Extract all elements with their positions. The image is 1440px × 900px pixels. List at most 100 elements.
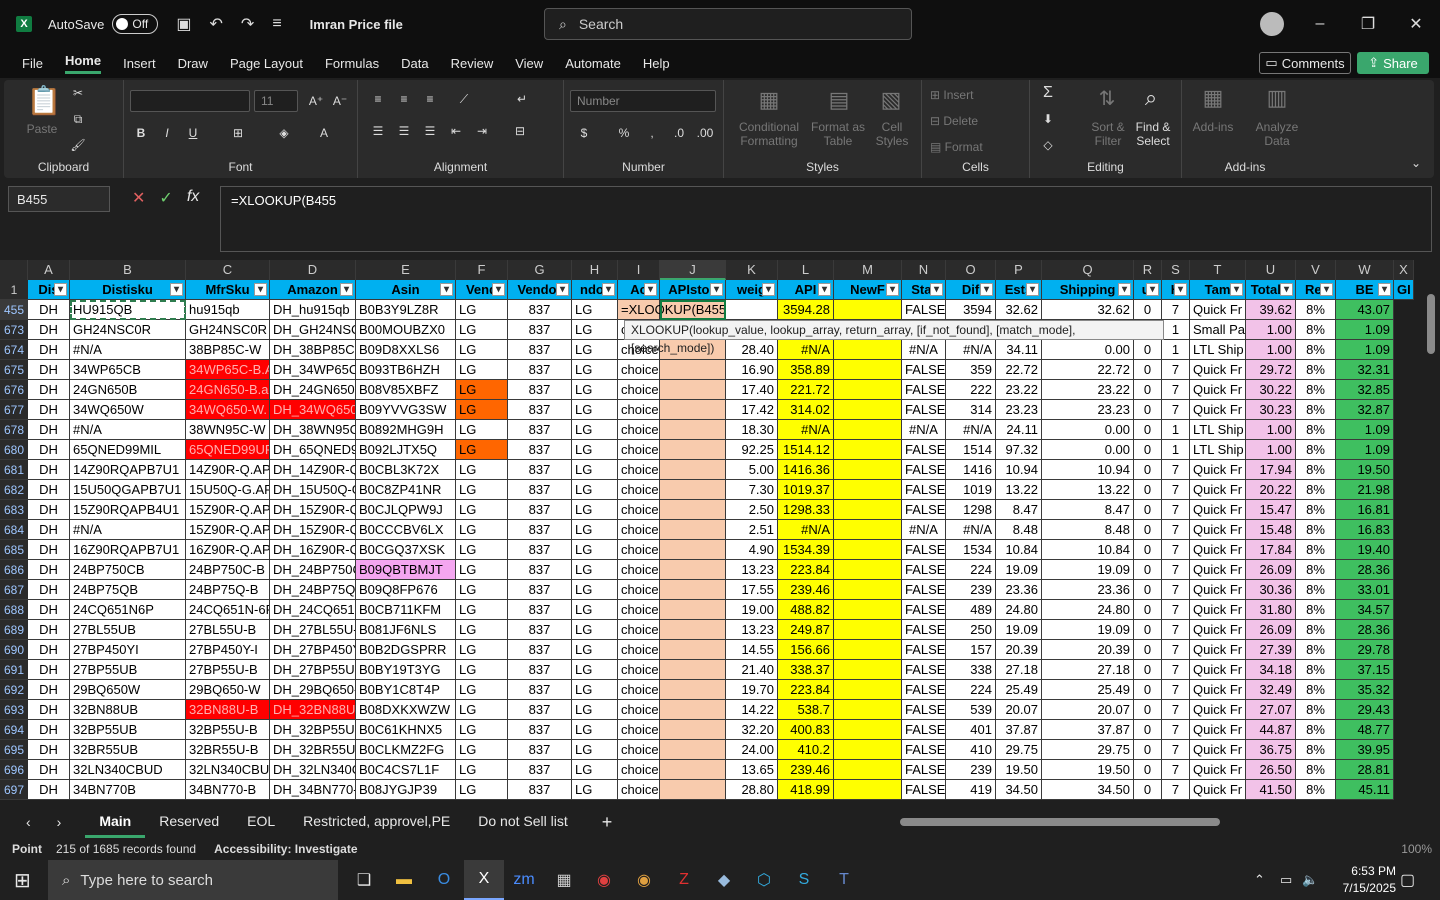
table-cell[interactable] <box>660 480 726 500</box>
table-cell[interactable] <box>834 540 902 560</box>
table-cell[interactable]: 13.22 <box>1042 480 1134 500</box>
table-cell[interactable]: FALSE <box>902 380 946 400</box>
autosave-toggle[interactable]: Off <box>112 14 159 34</box>
table-cell[interactable]: 36.75 <box>1246 740 1296 760</box>
table-cell[interactable]: Quick Fr <box>1190 700 1246 720</box>
table-cell[interactable]: 1.09 <box>1336 340 1394 360</box>
table-cell[interactable]: LG <box>456 720 508 740</box>
table-cell[interactable]: 28.40 <box>726 340 778 360</box>
table-cell[interactable]: 32BP55UB <box>70 720 186 740</box>
column-header[interactable]: I <box>618 260 660 280</box>
addins-icon[interactable]: ▦ <box>1198 86 1228 110</box>
table-header-cell[interactable]: H▾ <box>1162 280 1190 300</box>
table-cell[interactable]: 239 <box>946 580 996 600</box>
table-cell[interactable]: 37.87 <box>996 720 1042 740</box>
table-cell[interactable] <box>834 740 902 760</box>
table-cell[interactable]: 338 <box>946 660 996 680</box>
table-cell[interactable]: DH <box>28 780 70 800</box>
table-cell[interactable]: LG <box>572 380 618 400</box>
table-cell[interactable] <box>834 780 902 800</box>
sort-filter-icon[interactable]: ⇅ <box>1092 88 1122 110</box>
table-cell[interactable]: B0CBL3K72X <box>356 460 456 480</box>
table-cell[interactable]: #N/A <box>778 520 834 540</box>
table-cell[interactable]: 837 <box>508 740 572 760</box>
teams-icon[interactable]: T <box>824 860 864 900</box>
clock[interactable]: 6:53 PM 7/15/2025 <box>1343 863 1396 897</box>
table-cell[interactable]: 8% <box>1296 560 1336 580</box>
currency-icon[interactable]: $ <box>574 126 594 140</box>
table-cell[interactable]: 7 <box>1162 760 1190 780</box>
table-cell[interactable]: 32.87 <box>1336 400 1394 420</box>
table-cell[interactable]: 38WN95C-W <box>186 420 270 440</box>
ribbon-tab-draw[interactable]: Draw <box>178 56 208 71</box>
table-cell[interactable] <box>660 640 726 660</box>
table-cell[interactable]: 1.00 <box>1246 340 1296 360</box>
ribbon-tab-review[interactable]: Review <box>451 56 494 71</box>
table-cell[interactable]: 837 <box>508 460 572 480</box>
sheet-tab[interactable]: Do not Sell list <box>464 807 581 838</box>
table-cell[interactable]: 3594 <box>946 300 996 320</box>
table-cell[interactable]: 13.65 <box>726 760 778 780</box>
table-cell[interactable] <box>834 460 902 480</box>
table-cell[interactable]: 489 <box>946 600 996 620</box>
comments-button[interactable]: ▭ Comments <box>1259 52 1351 74</box>
table-cell[interactable]: DH_24CQ651N <box>270 600 356 620</box>
table-cell[interactable]: 39.95 <box>1336 740 1394 760</box>
table-cell[interactable] <box>834 480 902 500</box>
table-cell[interactable]: 34BN770-B <box>186 780 270 800</box>
table-cell[interactable]: Quick Fr <box>1190 300 1246 320</box>
table-cell[interactable]: 0.00 <box>1042 420 1134 440</box>
table-cell[interactable]: 837 <box>508 600 572 620</box>
table-cell[interactable]: 1514.12 <box>778 440 834 460</box>
table-cell[interactable]: DH <box>28 340 70 360</box>
table-cell[interactable]: Quick Fr <box>1190 460 1246 480</box>
table-cell[interactable]: 7 <box>1162 780 1190 800</box>
table-cell[interactable]: 8% <box>1296 680 1336 700</box>
prev-sheet-icon[interactable]: ‹ <box>26 814 31 830</box>
table-cell[interactable]: 1 <box>1162 420 1190 440</box>
table-cell[interactable]: 7 <box>1162 380 1190 400</box>
table-cell[interactable]: 2.51 <box>726 520 778 540</box>
analyze-data-icon[interactable]: ▥ <box>1262 86 1292 110</box>
table-cell[interactable]: 10.94 <box>1042 460 1134 480</box>
table-cell[interactable]: Quick Fr <box>1190 640 1246 660</box>
table-cell[interactable]: B0B2DGSPRR <box>356 640 456 660</box>
table-cell[interactable]: DH <box>28 540 70 560</box>
column-header[interactable]: D <box>270 260 356 280</box>
row-header[interactable]: 677 <box>0 400 28 420</box>
collapse-ribbon-icon[interactable]: ⌄ <box>1408 156 1424 170</box>
table-cell[interactable]: GH24NSC0R <box>70 320 186 340</box>
table-cell[interactable]: 17.40 <box>726 380 778 400</box>
table-cell[interactable]: 0 <box>1134 540 1162 560</box>
table-cell[interactable]: 13.23 <box>726 620 778 640</box>
table-cell[interactable] <box>834 520 902 540</box>
row-header[interactable]: 688 <box>0 600 28 620</box>
table-cell[interactable]: choice <box>618 400 660 420</box>
paste-label[interactable]: Paste <box>22 122 62 136</box>
table-cell[interactable]: 65QNED99UP <box>186 440 270 460</box>
table-cell[interactable]: Quick Fr <box>1190 680 1246 700</box>
table-cell[interactable]: B09QBTBMJT <box>356 560 456 580</box>
table-cell[interactable]: DH <box>28 400 70 420</box>
table-cell[interactable]: Quick Fr <box>1190 740 1246 760</box>
table-cell[interactable]: choice <box>618 520 660 540</box>
percent-icon[interactable]: % <box>614 126 634 140</box>
table-cell[interactable]: 28.36 <box>1336 560 1394 580</box>
table-cell[interactable]: 18.30 <box>726 420 778 440</box>
table-cell[interactable]: LTL Ship <box>1190 420 1246 440</box>
table-cell[interactable]: LG <box>456 440 508 460</box>
table-cell[interactable]: 359 <box>946 360 996 380</box>
align-left-icon[interactable]: ☰ <box>368 124 388 138</box>
table-cell[interactable]: 20.22 <box>1246 480 1296 500</box>
name-box[interactable]: B455 <box>8 186 110 212</box>
account-avatar[interactable] <box>1260 12 1284 36</box>
align-center-icon[interactable]: ☰ <box>394 124 414 138</box>
table-cell[interactable]: HU915QB <box>70 300 186 320</box>
table-cell[interactable]: 7 <box>1162 360 1190 380</box>
table-cell[interactable]: 25.49 <box>996 680 1042 700</box>
table-cell[interactable]: DH_34WP65C <box>270 360 356 380</box>
table-cell[interactable]: 92.25 <box>726 440 778 460</box>
column-header[interactable]: C <box>186 260 270 280</box>
table-cell[interactable]: 15.47 <box>1246 500 1296 520</box>
table-cell[interactable]: DH <box>28 300 70 320</box>
